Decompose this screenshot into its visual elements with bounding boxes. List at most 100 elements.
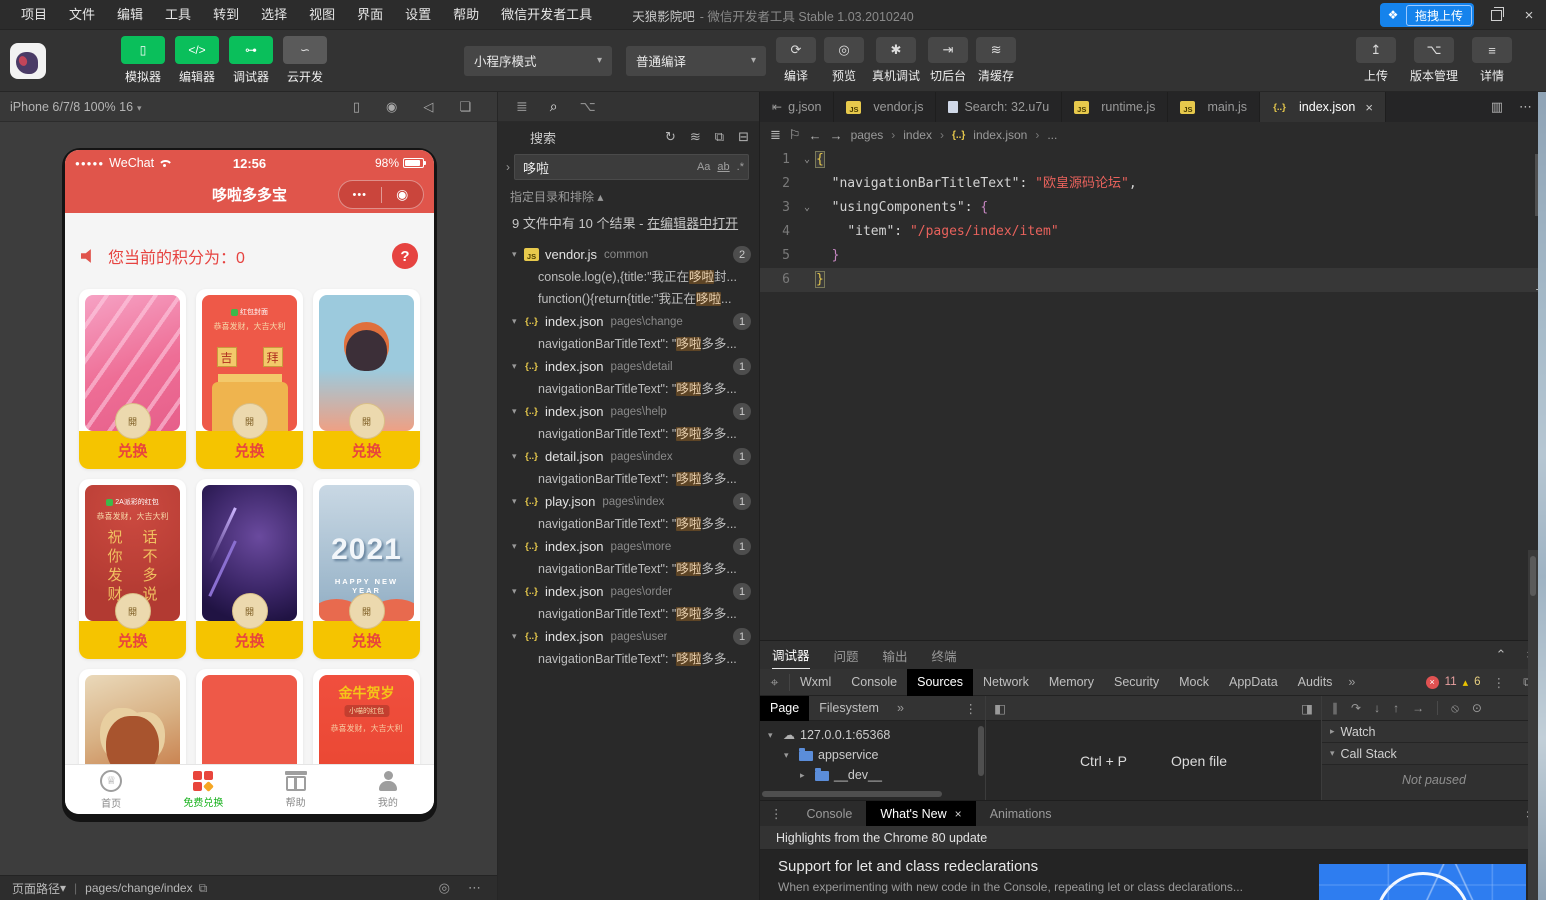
mute-icon[interactable]: ◁ bbox=[423, 99, 433, 115]
devtools-tab-appdata[interactable]: AppData bbox=[1219, 669, 1288, 696]
collapse-panel-icon[interactable]: ⌃ bbox=[1496, 647, 1507, 663]
open-new-editor-icon[interactable]: ⧉ bbox=[715, 129, 724, 145]
search-input[interactable] bbox=[523, 159, 613, 175]
search-match-line[interactable]: navigationBarTitleText": "哆啦多多... bbox=[498, 423, 759, 445]
drawer-tab-whats-new[interactable]: What's New × bbox=[866, 800, 976, 827]
search-result-file[interactable]: ▾ JS vendor.js common 2 bbox=[498, 243, 759, 266]
search-match-line[interactable]: navigationBarTitleText": "哆啦多多... bbox=[498, 603, 759, 625]
record-icon[interactable]: ◉ bbox=[386, 99, 397, 115]
search-icon[interactable]: ⌕ bbox=[550, 98, 558, 115]
dirs-exclude-toggle[interactable]: 指定目录和排除 ▴ bbox=[498, 182, 759, 207]
tab-debugger[interactable]: 调试器 bbox=[772, 641, 810, 670]
bookmark-icon[interactable]: ⚐ bbox=[789, 127, 801, 143]
search-match-line[interactable]: navigationBarTitleText": "哆啦多多... bbox=[498, 333, 759, 355]
close-window-button[interactable]: × bbox=[1520, 7, 1538, 24]
menu-interface[interactable]: 界面 bbox=[346, 0, 394, 30]
search-result-file[interactable]: ▾ {..} detail.json pages\index 1 bbox=[498, 445, 759, 468]
switch-background-button[interactable]: ⇥ 切后台 bbox=[928, 37, 969, 84]
drawer-menu-icon[interactable]: ⋮ bbox=[760, 806, 793, 821]
search-match-line[interactable]: navigationBarTitleText": "哆啦多多... bbox=[498, 648, 759, 670]
real-device-debug-button[interactable]: ✱ 真机调试 bbox=[872, 37, 920, 84]
tree-folder-dev[interactable]: ▸ __dev__ bbox=[760, 765, 985, 785]
step-over-icon[interactable]: ↷ bbox=[1351, 701, 1361, 715]
version-manage-button[interactable]: ⌥ 版本管理 bbox=[1410, 37, 1458, 84]
tab-vendor-js[interactable]: JS vendor.js bbox=[834, 92, 937, 122]
redeem-card[interactable]: 金牛贺岁 小喵的红包 恭喜发财，大吉大利 金牛贺岁 bbox=[313, 669, 420, 764]
whole-word-toggle[interactable]: ab bbox=[717, 161, 729, 173]
crumb-file[interactable]: index.json bbox=[973, 128, 1027, 142]
deactivate-breakpoints-icon[interactable]: ⦸ bbox=[1451, 701, 1459, 716]
tab-g-json[interactable]: ⇤ g.json bbox=[760, 92, 835, 122]
warning-count[interactable]: 6 bbox=[1474, 676, 1480, 688]
tree-hscrollbar[interactable] bbox=[762, 791, 942, 797]
article-title[interactable]: Support for let and class redeclarations bbox=[778, 858, 1306, 875]
menu-file[interactable]: 文件 bbox=[58, 0, 106, 30]
debugger-toggle[interactable]: ⊶ 调试器 bbox=[228, 36, 274, 85]
drawer-tab-animations[interactable]: Animations bbox=[976, 801, 1066, 827]
error-count[interactable]: 11 bbox=[1445, 676, 1457, 688]
close-miniprogram-button[interactable]: ◉ bbox=[382, 186, 424, 203]
menu-devtools[interactable]: 微信开发者工具 bbox=[490, 0, 603, 30]
forward-icon[interactable]: → bbox=[830, 128, 843, 143]
menu-goto[interactable]: 转到 bbox=[202, 0, 250, 30]
redeem-card[interactable]: 2021 HAPPY NEW YEAR 開 兑换 bbox=[313, 479, 420, 659]
devtools-tab-console[interactable]: Console bbox=[841, 669, 907, 696]
devtools-tab-sources[interactable]: Sources bbox=[907, 668, 973, 696]
redeem-card[interactable]: 開 兑换 bbox=[313, 289, 420, 469]
callstack-section[interactable]: ▾ Call Stack bbox=[1322, 743, 1546, 765]
fold-icon[interactable]: ⌄ bbox=[798, 196, 816, 220]
devtools-tab-mock[interactable]: Mock bbox=[1169, 669, 1219, 696]
more-tabs-icon[interactable]: » bbox=[1342, 675, 1361, 689]
redeem-card[interactable]: 開 兑换 bbox=[196, 479, 303, 659]
mode-select[interactable]: 小程序模式 ▾ bbox=[464, 45, 612, 76]
step-icon[interactable]: → bbox=[1412, 701, 1424, 715]
fold-icon[interactable]: ⌄ bbox=[798, 148, 816, 172]
more-menu-button[interactable]: ••• bbox=[339, 189, 381, 201]
preview-button[interactable]: ◎ 预览 bbox=[824, 37, 864, 84]
search-result-file[interactable]: ▾ {..} index.json pages\user 1 bbox=[498, 625, 759, 648]
devtools-menu-icon[interactable]: ⋮ bbox=[1487, 675, 1512, 690]
search-match-line[interactable]: navigationBarTitleText": "哆啦多多... bbox=[498, 558, 759, 580]
more-nav-tabs-icon[interactable]: » bbox=[889, 701, 912, 715]
upload-button[interactable]: ↥ 上传 bbox=[1355, 37, 1396, 84]
compile-mode-select[interactable]: 普通编译 ▾ bbox=[626, 45, 766, 76]
tab-free-redeem[interactable]: 免费兑换 bbox=[157, 765, 249, 814]
crumb-more[interactable]: ... bbox=[1047, 128, 1057, 142]
step-into-icon[interactable]: ↓ bbox=[1374, 701, 1380, 715]
more-actions-icon[interactable]: ⋯ bbox=[1519, 99, 1532, 115]
search-result-file[interactable]: ▾ {..} play.json pages\index 1 bbox=[498, 490, 759, 513]
refresh-icon[interactable]: ↻ bbox=[665, 129, 676, 145]
open-in-editor-link[interactable]: 在编辑器中打开 bbox=[647, 216, 738, 231]
search-match-line[interactable]: console.log(e),{title:"我正在哆啦封... bbox=[498, 266, 759, 288]
step-out-icon[interactable]: ↑ bbox=[1393, 701, 1399, 715]
more-icon[interactable]: ⋯ bbox=[468, 880, 481, 896]
project-avatar[interactable] bbox=[10, 42, 46, 79]
menu-project[interactable]: 项目 bbox=[10, 0, 58, 30]
drag-upload-button[interactable]: ❖ 拖拽上传 bbox=[1379, 3, 1474, 27]
clear-cache-button[interactable]: ≋ 清缓存 bbox=[976, 37, 1017, 84]
tree-folder-appservice[interactable]: ▾ appservice bbox=[760, 745, 985, 765]
menu-view[interactable]: 视图 bbox=[298, 0, 346, 30]
redeem-card[interactable]: 開 兑换 bbox=[79, 289, 186, 469]
device-selector[interactable]: iPhone 6/7/8 100% 16 ▾ bbox=[10, 100, 142, 114]
tab-home[interactable]: ♕ 首页 bbox=[65, 765, 157, 814]
restore-window-button[interactable] bbox=[1488, 6, 1506, 24]
copy-icon[interactable]: ⧉ bbox=[199, 881, 208, 896]
collapse-all-icon[interactable]: ⊟ bbox=[738, 129, 749, 145]
pause-icon[interactable]: ∥ bbox=[1332, 701, 1338, 715]
eye-icon[interactable]: ◎ bbox=[439, 880, 450, 896]
clear-results-icon[interactable]: ≋ bbox=[690, 129, 701, 145]
tab-index-json[interactable]: {..} index.json × bbox=[1260, 92, 1386, 122]
outline-icon[interactable]: ≣ bbox=[770, 127, 781, 143]
drawer-tab-console[interactable]: Console bbox=[793, 801, 867, 827]
navigator-menu-icon[interactable]: ⋮ bbox=[965, 701, 986, 716]
file-list-icon[interactable]: ≣ bbox=[516, 98, 528, 115]
details-button[interactable]: ≡ 详情 bbox=[1472, 37, 1512, 84]
tab-main-js[interactable]: JS main.js bbox=[1168, 92, 1261, 122]
cloud-dev-toggle[interactable]: ∽ 云开发 bbox=[282, 36, 328, 85]
menu-tools[interactable]: 工具 bbox=[154, 0, 202, 30]
close-tab-icon[interactable]: × bbox=[955, 801, 962, 827]
redeem-card[interactable]: 2A派彩的红包 恭喜发财，大吉大利 祝你发财 话不多说 開 兑换 bbox=[79, 479, 186, 659]
nav-tab-page[interactable]: Page bbox=[760, 695, 810, 721]
menu-settings[interactable]: 设置 bbox=[394, 0, 442, 30]
